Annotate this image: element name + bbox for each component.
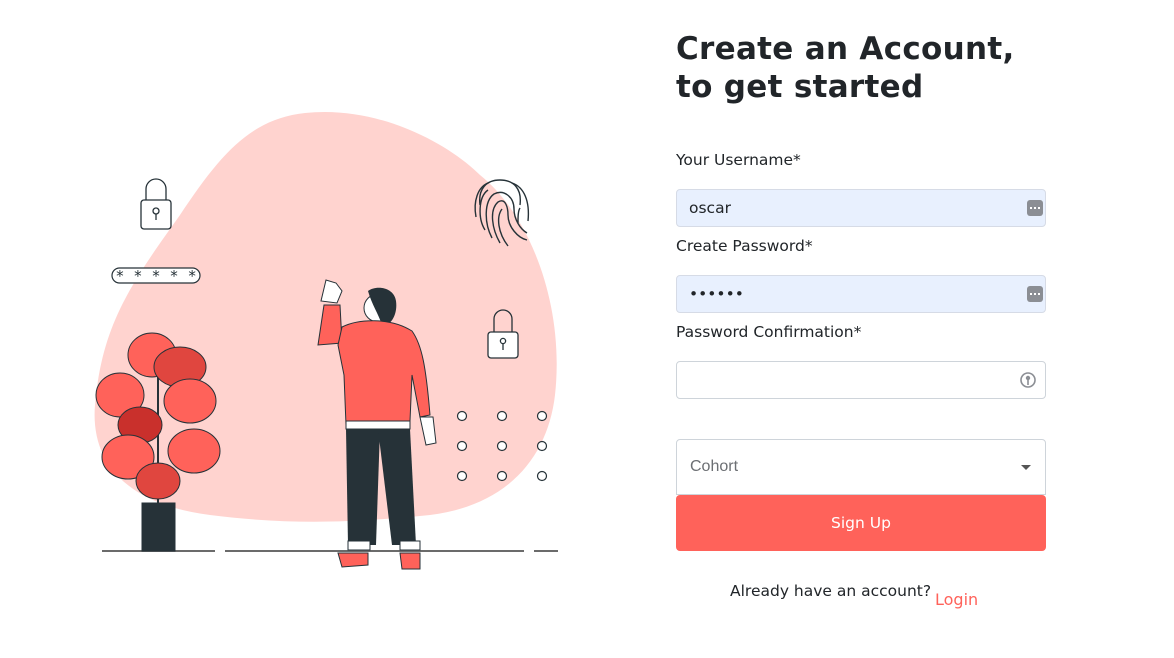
password-pill-icon: * * * * *	[111, 267, 201, 285]
password-input[interactable]	[677, 276, 1009, 312]
password-pill-text: * * * * *	[115, 267, 196, 285]
password-manager-icon[interactable]	[1027, 200, 1043, 216]
password-field[interactable]	[676, 275, 1046, 313]
username-label: Your Username*	[676, 151, 801, 169]
username-field[interactable]	[676, 189, 1046, 227]
chevron-down-icon[interactable]	[1021, 465, 1031, 470]
confirm-password-field[interactable]	[676, 361, 1046, 399]
sign-up-button[interactable]: Sign Up	[676, 495, 1046, 551]
signup-page: * * * * * Create an Account, to get star…	[0, 0, 1174, 658]
key-icon[interactable]	[1019, 371, 1037, 389]
confirm-password-label: Password Confirmation*	[676, 323, 862, 341]
page-title: Create an Account, to get started	[676, 31, 1015, 105]
signup-form: Create an Account, to get started Your U…	[676, 30, 1046, 609]
password-manager-icon[interactable]	[1027, 286, 1043, 302]
password-label: Create Password*	[676, 237, 813, 255]
confirm-password-input[interactable]	[677, 362, 1009, 398]
login-link[interactable]: Login	[935, 590, 978, 609]
username-input[interactable]	[677, 190, 1009, 226]
padlock-icon	[140, 178, 172, 230]
security-illustration: * * * * *	[94, 111, 558, 570]
cohort-placeholder: Cohort	[690, 458, 739, 475]
cohort-select[interactable]: Cohort	[676, 439, 1046, 495]
already-have-account-text: Already have an account?	[730, 582, 932, 600]
